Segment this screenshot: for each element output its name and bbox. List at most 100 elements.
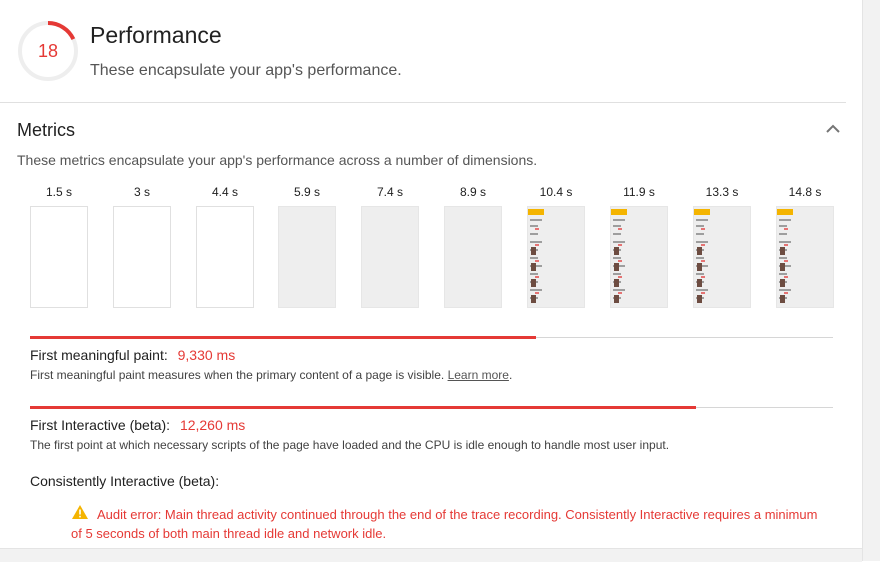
filmstrip-time-label: 5.9 s bbox=[293, 185, 320, 199]
frame-thumbnail bbox=[614, 263, 619, 271]
frame-thumbnail bbox=[614, 247, 619, 255]
frame-text-line bbox=[779, 289, 791, 291]
frame-text-accent bbox=[618, 244, 622, 246]
filmstrip-frame bbox=[527, 206, 585, 308]
metrics-title: Metrics bbox=[17, 120, 75, 140]
frame-text-accent bbox=[618, 292, 622, 294]
frame-thumbnail bbox=[614, 295, 619, 303]
frame-thumbnail bbox=[697, 263, 702, 271]
frame-text-line bbox=[530, 233, 538, 235]
frame-text-accent bbox=[535, 244, 539, 246]
fmp-progress-track bbox=[30, 336, 833, 339]
frame-text-line bbox=[779, 225, 787, 227]
frame-text-accent bbox=[784, 276, 788, 278]
fi-description: The first point at which necessary scrip… bbox=[30, 438, 670, 452]
frame-thumbnail bbox=[780, 263, 785, 271]
frame-text-line bbox=[696, 219, 708, 221]
frame-thumbnail bbox=[531, 263, 536, 271]
frame-text-line bbox=[613, 225, 621, 227]
frame-text-line bbox=[530, 241, 542, 243]
fmp-label: First meaningful paint: bbox=[30, 347, 168, 363]
filmstrip-time-label: 10.4 s bbox=[539, 185, 573, 199]
filmstrip-frame bbox=[113, 206, 171, 308]
frame-text-accent bbox=[535, 276, 539, 278]
frame-text-line bbox=[779, 219, 791, 221]
filmstrip-frame bbox=[610, 206, 668, 308]
learn-more-link[interactable]: Learn more bbox=[448, 368, 509, 382]
frame-header-badge bbox=[611, 209, 627, 215]
bottom-strip bbox=[0, 548, 862, 562]
frame-text-accent bbox=[784, 228, 788, 230]
frame-thumbnail bbox=[780, 279, 785, 287]
section-title: Performance bbox=[90, 22, 222, 48]
score-value: 18 bbox=[37, 41, 59, 61]
page-edge bbox=[0, 0, 6, 561]
frame-text-line bbox=[779, 241, 791, 243]
fi-value: 12,260 ms bbox=[179, 417, 246, 433]
fi-progress-fill bbox=[30, 406, 697, 409]
frame-text-accent bbox=[701, 276, 705, 278]
frame-text-line bbox=[779, 233, 787, 235]
frame-text-accent bbox=[618, 260, 622, 262]
fmp-description: First meaningful paint measures when the… bbox=[30, 368, 445, 382]
frame-text-line bbox=[530, 273, 538, 275]
frame-text-accent bbox=[535, 260, 539, 262]
frame-text-line bbox=[696, 289, 708, 291]
frame-text-line bbox=[530, 257, 538, 259]
filmstrip-time-label: 13.3 s bbox=[705, 185, 739, 199]
frame-text-accent bbox=[701, 228, 705, 230]
fmp-description-row: First meaningful paint measures when the… bbox=[30, 368, 513, 382]
fmp-progress-fill bbox=[30, 336, 536, 339]
frame-text-accent bbox=[535, 292, 539, 294]
frame-text-accent bbox=[618, 276, 622, 278]
filmstrip-time-label: 7.4 s bbox=[376, 185, 403, 199]
frame-text-line bbox=[613, 241, 625, 243]
frame-text-line bbox=[530, 225, 538, 227]
frame-text-accent bbox=[701, 260, 705, 262]
filmstrip-time-label: 4.4 s bbox=[211, 185, 238, 199]
fmp-row: First meaningful paint: 9,330 ms bbox=[30, 347, 235, 363]
frame-text-accent bbox=[784, 244, 788, 246]
frame-text-accent bbox=[701, 292, 705, 294]
frame-text-line bbox=[530, 219, 542, 221]
audit-error-message: Audit error: Main thread activity contin… bbox=[71, 507, 818, 541]
frame-text-accent bbox=[618, 228, 622, 230]
scrollbar-track[interactable] bbox=[862, 0, 880, 561]
filmstrip-frame bbox=[693, 206, 751, 308]
frame-thumbnail bbox=[697, 247, 702, 255]
frame-header-badge bbox=[777, 209, 793, 215]
frame-thumbnail bbox=[531, 279, 536, 287]
filmstrip-frame bbox=[278, 206, 336, 308]
chevron-up-icon[interactable] bbox=[822, 118, 844, 140]
metrics-description: These metrics encapsulate your app's per… bbox=[17, 152, 538, 168]
frame-thumbnail bbox=[614, 279, 619, 287]
ci-label: Consistently Interactive (beta): bbox=[30, 473, 220, 489]
fi-label: First Interactive (beta): bbox=[30, 417, 171, 433]
frame-text-accent bbox=[701, 244, 705, 246]
frame-text-line bbox=[613, 233, 621, 235]
frame-text-accent bbox=[535, 228, 539, 230]
filmstrip-time-label: 3 s bbox=[133, 185, 150, 199]
fi-row: First Interactive (beta): 12,260 ms bbox=[30, 417, 245, 433]
filmstrip-frame bbox=[776, 206, 834, 308]
fi-progress-track bbox=[30, 406, 833, 409]
frame-header-badge bbox=[694, 209, 710, 215]
frame-thumbnail bbox=[780, 247, 785, 255]
frame-text-line bbox=[530, 289, 542, 291]
frame-text-line bbox=[696, 273, 704, 275]
filmstrip-time-label: 8.9 s bbox=[459, 185, 486, 199]
frame-text-accent bbox=[784, 292, 788, 294]
divider bbox=[0, 102, 846, 103]
frame-text-line bbox=[696, 257, 704, 259]
frame-text-line bbox=[696, 225, 704, 227]
section-description: These encapsulate your app's performance… bbox=[90, 62, 402, 79]
filmstrip-frame bbox=[196, 206, 254, 308]
frame-text-line bbox=[613, 289, 625, 291]
filmstrip-time-label: 14.8 s bbox=[788, 185, 822, 199]
frame-text-line bbox=[613, 219, 625, 221]
frame-text-line bbox=[779, 273, 787, 275]
filmstrip-time-label: 11.9 s bbox=[623, 185, 655, 199]
frame-text-line bbox=[613, 257, 621, 259]
frame-text-line bbox=[696, 241, 708, 243]
frame-thumbnail bbox=[697, 279, 702, 287]
